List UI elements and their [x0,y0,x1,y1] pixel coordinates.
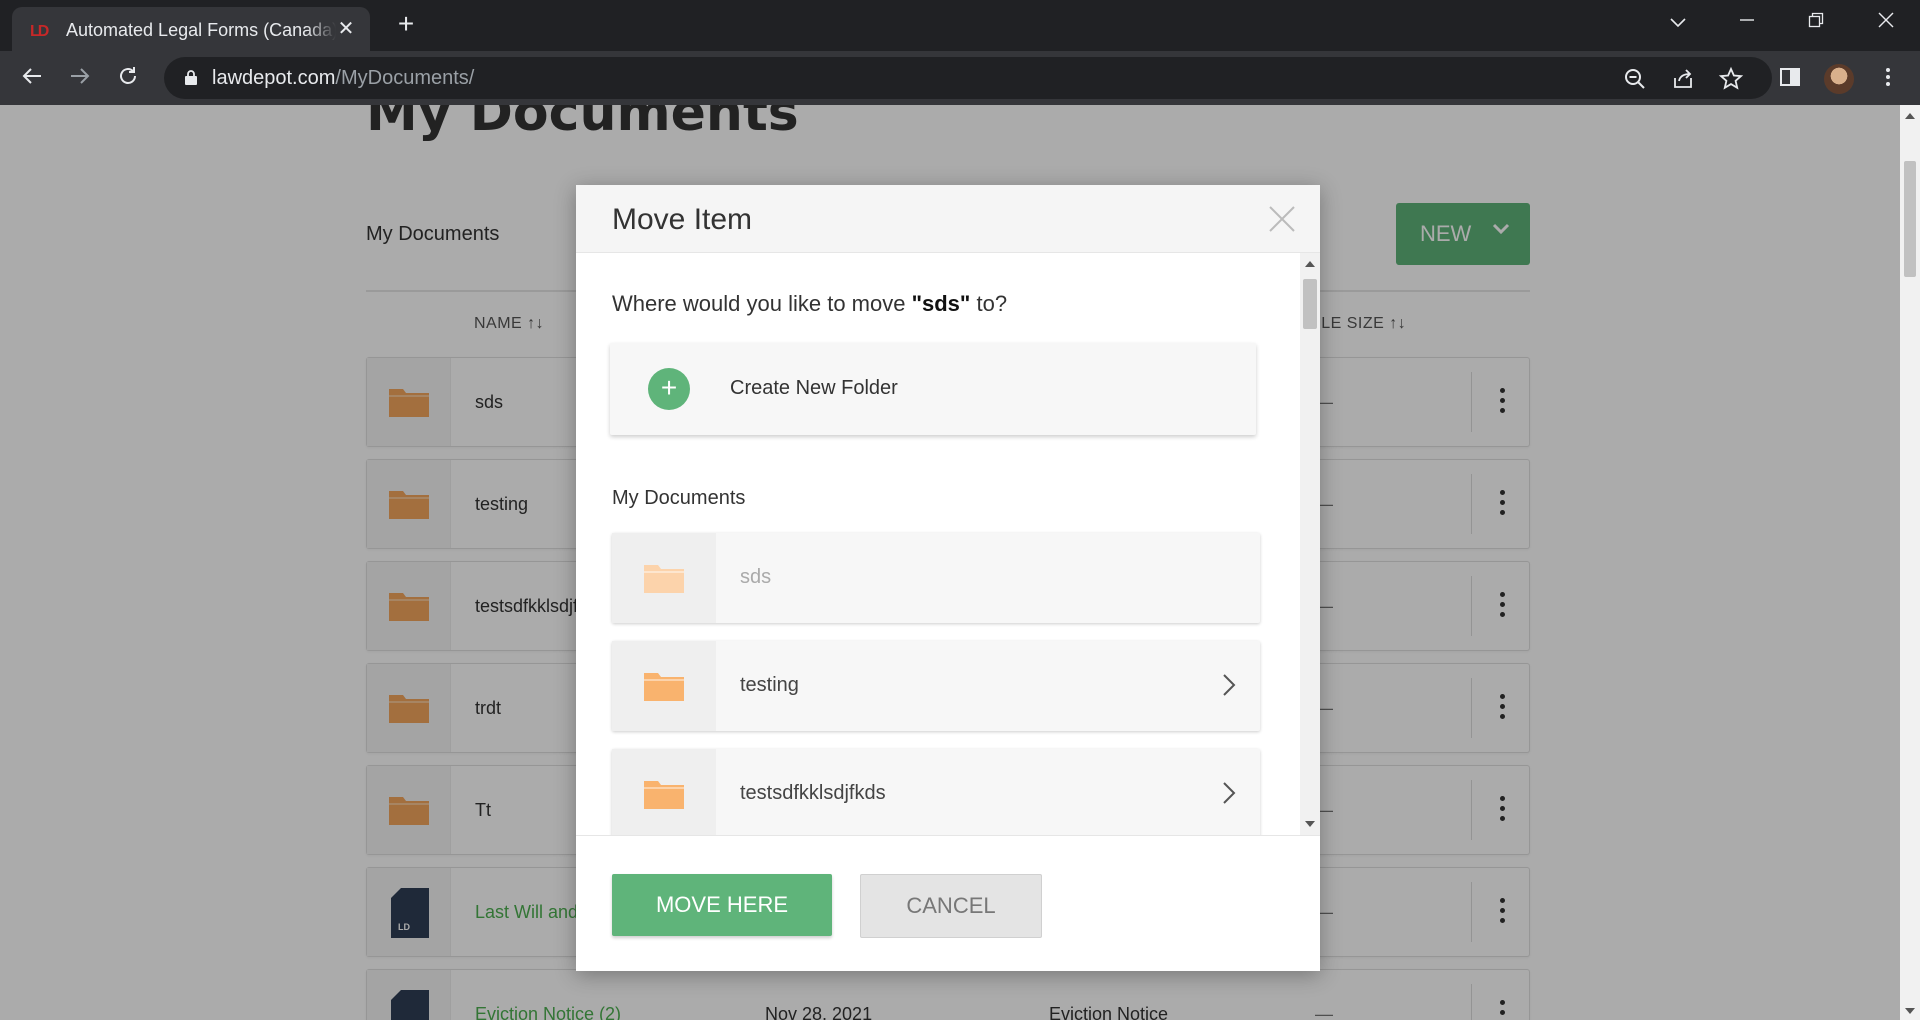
profile-avatar[interactable] [1824,64,1854,94]
page-scrollbar[interactable] [1900,105,1920,1020]
folder-option-name: testsdfkklsdjfkds [740,782,886,804]
dialog-header: Move Item [576,185,1320,253]
browser-toolbar: lawdepot.com/MyDocuments/ [0,51,1920,105]
create-new-folder-button[interactable]: + Create New Folder [610,343,1256,435]
plus-icon: + [648,368,690,410]
dialog-body: Where would you like to move "sds" to? +… [576,253,1320,835]
folder-option-sds: sds [612,533,1260,623]
side-panel-icon[interactable] [1778,65,1804,91]
folder-icon-cell [612,641,716,731]
scroll-up-icon[interactable] [1905,113,1915,119]
window-close-icon[interactable] [1866,8,1906,36]
folder-icon-cell [612,533,716,623]
tab-title: Automated Legal Forms (Canada) [66,20,336,41]
scroll-down-icon[interactable] [1905,1008,1915,1014]
scroll-down-icon[interactable] [1305,821,1315,827]
close-icon[interactable] [1266,203,1298,235]
folder-option-testsdfkklsdjfkds[interactable]: testsdfkklsdjfkds [612,749,1260,835]
reload-icon[interactable] [114,64,142,92]
move-item-dialog: Move Item Where would you like to move "… [576,185,1320,971]
chevron-right-icon[interactable] [1222,781,1236,805]
zoom-icon[interactable] [1622,66,1648,92]
folder-option-name: sds [740,566,772,588]
move-here-button[interactable]: MOVE HERE [612,874,832,936]
restore-icon[interactable] [1796,8,1836,36]
forward-icon[interactable] [66,64,94,92]
folder-icon-cell [612,749,716,835]
svg-text:LD: LD [30,23,49,39]
folder-option-testing[interactable]: testing [612,641,1260,731]
tab-close-icon[interactable]: ✕ [334,17,358,41]
folder-icon [644,565,684,593]
dialog-scrollbar[interactable] [1300,253,1320,835]
browser-tab[interactable]: LD Automated Legal Forms (Canada) ✕ [12,7,370,51]
scroll-up-icon[interactable] [1305,261,1315,267]
lawdepot-favicon-icon: LD [30,21,51,40]
dialog-footer: MOVE HERE CANCEL [576,835,1320,971]
folder-section-label: My Documents [612,487,746,509]
cancel-button[interactable]: CANCEL [860,874,1042,938]
new-tab-button[interactable]: + [392,10,420,38]
back-icon[interactable] [18,64,46,92]
bookmark-star-icon[interactable] [1718,66,1744,92]
minimize-icon[interactable] [1727,8,1767,36]
lock-icon [184,69,198,85]
chevron-right-icon[interactable] [1222,673,1236,697]
scrollbar-thumb[interactable] [1303,279,1317,329]
address-bar[interactable]: lawdepot.com/MyDocuments/ [164,57,1772,99]
create-new-folder-label: Create New Folder [730,377,898,399]
share-icon[interactable] [1670,66,1696,92]
folder-icon [644,673,684,701]
scrollbar-thumb[interactable] [1904,161,1916,277]
move-question: Where would you like to move "sds" to? [612,291,1008,316]
browser-menu-icon[interactable] [1876,65,1902,91]
folder-icon [644,781,684,809]
dialog-title: Move Item [612,203,753,236]
folder-option-name: testing [740,674,799,696]
browser-tab-bar: LD Automated Legal Forms (Canada) ✕ + [0,0,1920,51]
tab-search-icon[interactable] [1658,8,1698,36]
url-text: lawdepot.com/MyDocuments/ [212,67,475,89]
